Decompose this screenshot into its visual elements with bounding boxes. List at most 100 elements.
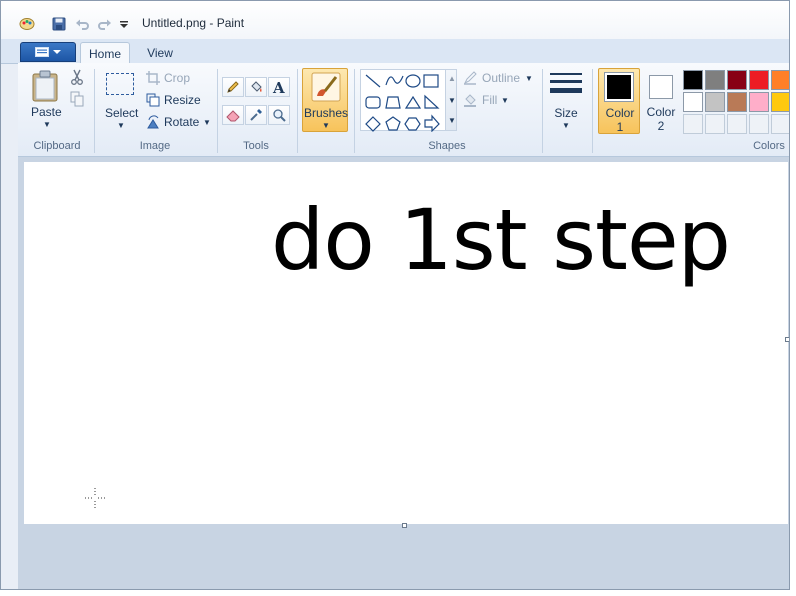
shapes-gallery-scroll[interactable]: ▲ ▼ ▼ bbox=[445, 69, 457, 131]
group-separator bbox=[94, 69, 95, 153]
palette-swatch[interactable] bbox=[771, 70, 789, 90]
palette-swatch[interactable] bbox=[727, 114, 747, 134]
shapes-gallery[interactable] bbox=[360, 69, 456, 133]
magnifier-icon bbox=[273, 109, 286, 122]
color-picker-icon bbox=[250, 109, 262, 121]
paste-dropdown-icon[interactable]: ▼ bbox=[43, 120, 51, 129]
color2-number: 2 bbox=[657, 119, 665, 133]
crop-button[interactable]: Crop bbox=[146, 70, 206, 88]
color1-number: 1 bbox=[616, 120, 624, 134]
outline-icon bbox=[463, 71, 477, 85]
magnifier-tool[interactable] bbox=[268, 105, 290, 125]
window-title: Untitled.png - Paint bbox=[142, 16, 245, 30]
rotate-icon bbox=[147, 115, 159, 129]
fill-label: Fill bbox=[482, 93, 498, 107]
crop-label: Crop bbox=[164, 71, 191, 85]
brushes-button[interactable]: Brushes ▼ bbox=[302, 68, 348, 132]
pencil-icon bbox=[227, 81, 239, 93]
cut-button[interactable] bbox=[70, 69, 86, 87]
ribbon-home: Paste ▼ Clipboard Select ▼ Crop Resize R… bbox=[18, 63, 789, 157]
outline-button[interactable]: Outline ▼ bbox=[463, 70, 537, 88]
group-separator bbox=[297, 69, 298, 153]
chevron-down-icon bbox=[53, 50, 61, 54]
eraser-tool[interactable] bbox=[222, 105, 244, 125]
outline-label: Outline bbox=[482, 71, 521, 85]
size-button[interactable]: Size ▼ bbox=[547, 68, 585, 132]
select-dropdown-icon[interactable]: ▼ bbox=[117, 121, 125, 130]
fill-button[interactable]: Fill ▼ bbox=[463, 92, 523, 110]
palette-swatch[interactable] bbox=[727, 70, 747, 90]
palette-swatch[interactable] bbox=[771, 114, 789, 134]
paint-app-icon[interactable] bbox=[18, 15, 36, 33]
fill-tool[interactable] bbox=[245, 77, 267, 97]
crop-icon bbox=[146, 71, 160, 85]
paste-label: Paste bbox=[31, 105, 62, 119]
rotate-label: Rotate bbox=[164, 115, 200, 129]
select-label: Select bbox=[105, 106, 139, 120]
text-tool[interactable]: A bbox=[268, 77, 290, 97]
canvas-resize-handle-bottom[interactable] bbox=[402, 523, 407, 528]
pencil-tool[interactable] bbox=[222, 77, 244, 97]
fill-bucket-icon bbox=[251, 81, 262, 92]
brush-icon bbox=[311, 72, 341, 102]
scissors-icon bbox=[71, 69, 83, 85]
resize-icon bbox=[146, 93, 160, 107]
palette-swatch[interactable] bbox=[771, 92, 789, 112]
tab-view[interactable]: View bbox=[137, 42, 183, 64]
color2-frame bbox=[649, 75, 673, 99]
outline-dropdown-icon[interactable]: ▼ bbox=[525, 74, 533, 83]
canvas-text: do 1st step bbox=[271, 191, 731, 289]
tab-home[interactable]: Home bbox=[80, 42, 130, 64]
drawing-canvas[interactable]: do 1st step bbox=[24, 162, 788, 524]
color2-label: Color bbox=[646, 105, 676, 119]
size-label: Size bbox=[554, 106, 578, 120]
title-bar: Untitled.png - Paint bbox=[1, 1, 789, 39]
shape-fill-icon bbox=[464, 94, 476, 107]
palette-swatch[interactable] bbox=[749, 92, 769, 112]
line-size-icon bbox=[550, 73, 582, 93]
group-separator bbox=[542, 69, 543, 153]
tools-group-label: Tools bbox=[243, 140, 269, 152]
fill-dropdown-icon[interactable]: ▼ bbox=[501, 96, 509, 105]
colors-group-label: Colors bbox=[753, 140, 785, 152]
palette-swatch[interactable] bbox=[705, 70, 725, 90]
palette-swatch[interactable] bbox=[705, 114, 725, 134]
color-picker-tool[interactable] bbox=[245, 105, 267, 125]
color2-swatch bbox=[652, 78, 670, 96]
paste-button[interactable]: Paste ▼ bbox=[27, 68, 63, 129]
canvas-resize-handle-right[interactable] bbox=[785, 337, 789, 342]
rotate-button[interactable]: Rotate ▼ bbox=[146, 114, 211, 132]
paint-window: Untitled.png - Paint Home View Paste ▼ C… bbox=[0, 0, 790, 590]
resize-label: Resize bbox=[164, 93, 201, 107]
rotate-dropdown-icon[interactable]: ▼ bbox=[203, 118, 211, 127]
shapes-group-label: Shapes bbox=[428, 140, 466, 152]
brushes-dropdown-icon[interactable]: ▼ bbox=[322, 121, 330, 130]
palette-swatch[interactable] bbox=[749, 114, 769, 134]
color1-button[interactable]: Color 1 bbox=[598, 68, 640, 134]
eraser-icon bbox=[226, 110, 240, 122]
resize-button[interactable]: Resize bbox=[146, 92, 206, 110]
color2-button[interactable]: Color 2 bbox=[644, 68, 678, 134]
size-dropdown-icon[interactable]: ▼ bbox=[562, 121, 570, 130]
palette-swatch[interactable] bbox=[683, 92, 703, 112]
save-icon[interactable] bbox=[50, 15, 68, 33]
clipboard-icon bbox=[32, 70, 58, 102]
customize-qat-icon[interactable] bbox=[117, 15, 131, 33]
palette-swatch[interactable] bbox=[683, 114, 703, 134]
brushes-label: Brushes bbox=[303, 106, 349, 120]
group-separator bbox=[217, 69, 218, 153]
crosshair-cursor-icon bbox=[85, 488, 105, 508]
paint-menu-button[interactable] bbox=[20, 42, 76, 62]
palette-swatch[interactable] bbox=[727, 92, 747, 112]
color1-swatch bbox=[607, 75, 631, 99]
palette-swatch[interactable] bbox=[705, 92, 725, 112]
undo-icon[interactable] bbox=[73, 15, 91, 33]
copy-button[interactable] bbox=[70, 91, 86, 109]
redo-icon[interactable] bbox=[96, 15, 114, 33]
svg-text:A: A bbox=[272, 80, 285, 94]
group-separator bbox=[354, 69, 355, 153]
palette-swatch[interactable] bbox=[749, 70, 769, 90]
select-button[interactable]: Select ▼ bbox=[102, 69, 138, 131]
group-separator bbox=[592, 69, 593, 153]
palette-swatch[interactable] bbox=[683, 70, 703, 90]
